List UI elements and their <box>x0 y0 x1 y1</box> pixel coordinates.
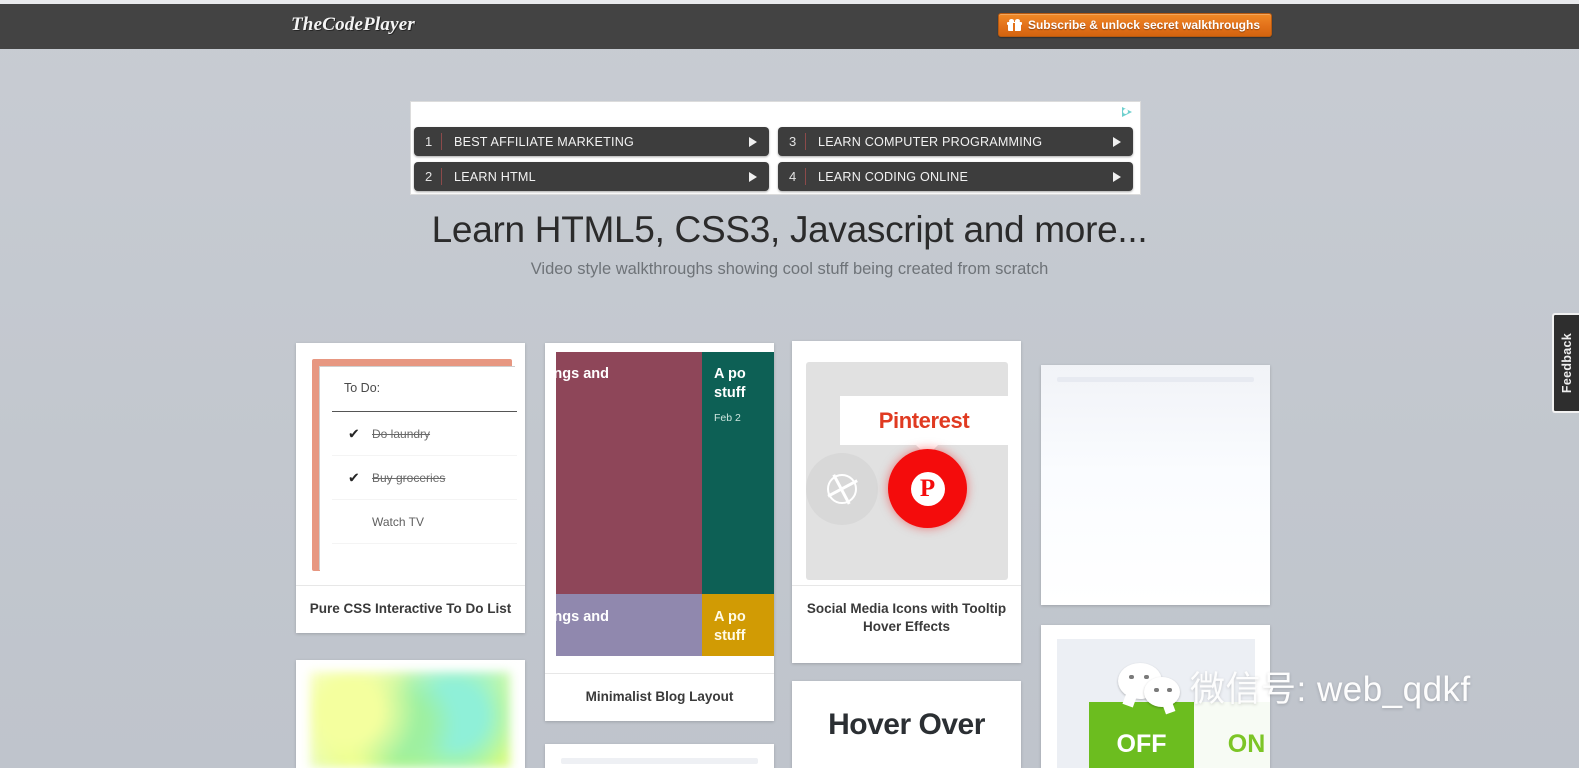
wechat-icon <box>1118 662 1180 711</box>
blog-block-title: ut things and <box>556 366 610 382</box>
toggle-off-label: OFF <box>1116 730 1167 758</box>
dribbble-icon[interactable] <box>806 453 878 525</box>
subscribe-button[interactable]: Subscribe & unlock secret walkthroughs <box>997 13 1272 37</box>
ad-divider <box>805 133 806 150</box>
feedback-tab[interactable]: Feedback <box>1552 313 1579 413</box>
hover-over-heading: Hover Over <box>828 707 985 741</box>
todo-item[interactable]: ✔ Buy groceries <box>332 456 517 500</box>
subscribe-button-label: Subscribe & unlock secret walkthroughs <box>1027 18 1260 32</box>
blog-block-title-line2: stuff <box>714 628 746 644</box>
chevron-right-icon <box>749 171 757 182</box>
card-pure-css-todo-list[interactable]: To Do: ✔ Do laundry ✔ Buy groceries Watc… <box>296 343 525 633</box>
ad-link-3[interactable]: 3 LEARN COMPUTER PROGRAMMING <box>778 127 1133 156</box>
placeholder-line <box>561 758 758 764</box>
ad-link-label: LEARN HTML <box>454 169 536 184</box>
page-root: TheCodePlayer Follow Contact Search Subs… <box>0 0 1579 768</box>
todo-heading: To Do: <box>344 381 381 395</box>
site-header <box>0 4 1579 49</box>
todo-item-label: Buy groceries <box>372 470 446 485</box>
ad-divider <box>441 133 442 150</box>
card-minimalist-blog-layout[interactable]: ut things and A po stuff Feb 2 ut things… <box>545 343 774 721</box>
feedback-tab-label: Feedback <box>1559 332 1574 394</box>
page-subtitle: Video style walkthroughs showing cool st… <box>530 260 1049 278</box>
ad-divider <box>441 168 442 185</box>
toggle-on-label: ON <box>1227 730 1266 758</box>
todo-item[interactable]: Watch TV <box>332 500 517 544</box>
todo-list: ✔ Do laundry ✔ Buy groceries Watch TV <box>332 412 517 544</box>
blog-block-purple: ut things and <box>556 594 702 656</box>
card-caption: Minimalist Blog Layout <box>545 673 774 720</box>
card-green-blob-preview[interactable] <box>296 660 525 768</box>
placeholder-line <box>1057 377 1254 382</box>
todo-item[interactable]: ✔ Do laundry <box>332 412 517 456</box>
check-icon: ✔ <box>348 425 360 441</box>
pinterest-tooltip-label: Pinterest <box>878 407 970 433</box>
pinterest-icon[interactable]: P <box>888 449 967 528</box>
ad-link-4[interactable]: 4 LEARN CODING ONLINE <box>778 162 1133 191</box>
blog-block-title: ut things and <box>556 609 610 625</box>
ad-link-label: BEST AFFILIATE MARKETING <box>454 134 634 149</box>
ad-link-number: 4 <box>789 169 797 184</box>
card-thumbnail: Hover Over <box>792 681 1021 768</box>
todo-item-label: Watch TV <box>372 514 425 529</box>
ad-links-grid: 1 BEST AFFILIATE MARKETING 3 LEARN COMPU… <box>414 127 1133 191</box>
site-logo[interactable]: TheCodePlayer <box>291 14 415 36</box>
blog-block-title-line2: stuff <box>714 385 746 401</box>
gift-icon <box>1006 19 1022 31</box>
blog-block-teal: A po stuff Feb 2 <box>702 352 774 594</box>
card-thumbnail <box>296 660 525 768</box>
adchoices-icon[interactable] <box>1120 105 1136 119</box>
blog-block-date: Feb 2 <box>714 412 741 424</box>
card-thumbnail: ut things and A po stuff Feb 2 ut things… <box>545 343 774 673</box>
ad-link-label: LEARN COMPUTER PROGRAMMING <box>818 134 1043 149</box>
ad-link-2[interactable]: 2 LEARN HTML <box>414 162 769 191</box>
blog-block-title: A po <box>714 609 746 625</box>
ad-divider <box>805 168 806 185</box>
card-social-media-icons[interactable]: Pinterest P Social Media Icons with Tool… <box>792 341 1021 663</box>
todo-panel: To Do: ✔ Do laundry ✔ Buy groceries Watc… <box>320 367 517 571</box>
blog-block-maroon: ut things and <box>556 352 702 594</box>
pinterest-glyph: P <box>910 471 945 506</box>
card-partial-bottom[interactable] <box>545 744 774 768</box>
card-thumbnail: Pinterest P <box>792 341 1021 585</box>
advertisement-block: 1 BEST AFFILIATE MARKETING 3 LEARN COMPU… <box>411 102 1140 194</box>
card-caption: Social Media Icons with Tooltip Hover Ef… <box>792 585 1021 650</box>
check-icon: ✔ <box>348 469 360 485</box>
card-thumbnail: To Do: ✔ Do laundry ✔ Buy groceries Watc… <box>296 343 525 585</box>
ad-link-number: 2 <box>425 169 433 184</box>
page-title: Learn HTML5, CSS3, Javascript and more..… <box>431 209 1148 250</box>
blog-preview: ut things and A po stuff Feb 2 ut things… <box>556 352 774 656</box>
pinterest-tooltip: Pinterest <box>840 396 1008 456</box>
ad-link-number: 1 <box>425 134 433 149</box>
ad-link-number: 3 <box>789 134 797 149</box>
chevron-right-icon <box>1113 136 1121 147</box>
chevron-right-icon <box>749 136 757 147</box>
ad-link-label: LEARN CODING ONLINE <box>818 169 969 184</box>
card-blank-preview[interactable] <box>1041 365 1270 605</box>
ad-link-1[interactable]: 1 BEST AFFILIATE MARKETING <box>414 127 769 156</box>
chevron-right-icon <box>1113 171 1121 182</box>
card-hover-over-preview[interactable]: Hover Over <box>792 681 1021 768</box>
blog-block-gold: A po stuff <box>702 594 774 656</box>
blog-block-title: A po <box>714 366 746 382</box>
wechat-watermark-text: 微信号: web_qdkf <box>1190 670 1471 709</box>
todo-item-label: Do laundry <box>372 426 431 441</box>
blurred-gradient-graphic <box>310 672 510 768</box>
card-caption: Pure CSS Interactive To Do List <box>296 585 525 632</box>
wechat-watermark: 微信号: web_qdkf <box>1118 661 1471 712</box>
